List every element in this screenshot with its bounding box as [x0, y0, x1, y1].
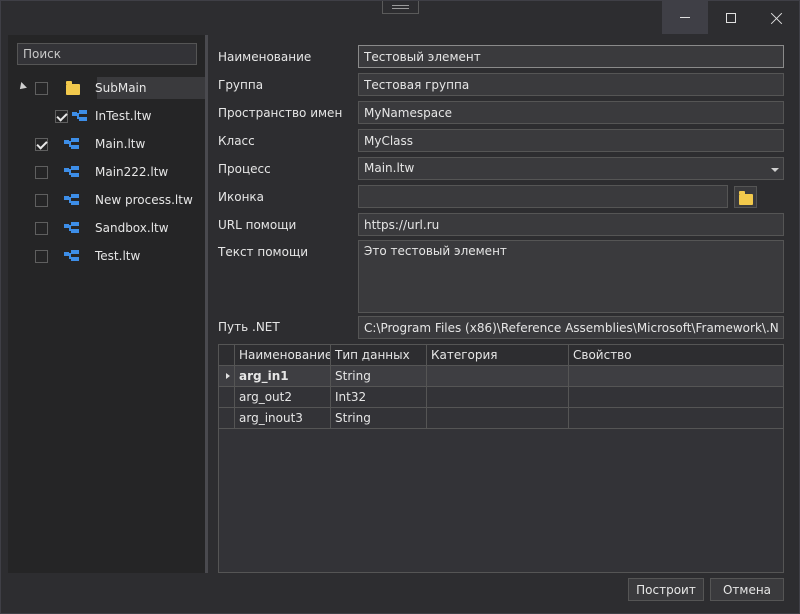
folder-icon [66, 81, 80, 95]
tree-item-label: New process.ltw [95, 193, 193, 207]
name-label: Наименование [218, 50, 312, 64]
cell-name[interactable]: arg_out2 [235, 387, 331, 407]
drag-grip-icon[interactable] [382, 1, 419, 14]
tree-checkbox[interactable] [35, 250, 48, 263]
tree-item-main222[interactable]: Main222.ltw [8, 159, 206, 187]
process-tree: SubMain InTest.ltw Main.ltw Main222.ltw … [8, 75, 208, 271]
class-label: Класс [218, 134, 255, 148]
minimize-icon [680, 17, 690, 18]
cell-type[interactable]: String [331, 408, 427, 428]
table-row[interactable]: arg_out2 Int32 [219, 387, 783, 408]
cell-category[interactable] [427, 387, 569, 407]
process-select[interactable]: Main.ltw [358, 157, 784, 180]
tree-item-label: Test.ltw [95, 249, 141, 263]
process-icon [64, 166, 80, 180]
help-url-label: URL помощи [218, 218, 297, 232]
class-field[interactable] [358, 129, 784, 152]
process-tree-panel: SubMain InTest.ltw Main.ltw [8, 35, 208, 573]
panel-splitter[interactable] [205, 35, 208, 573]
process-icon [64, 222, 80, 236]
cell-type[interactable]: String [331, 366, 427, 386]
icon-label: Иконка [218, 190, 265, 204]
process-select-value: Main.ltw [364, 161, 415, 175]
tree-checkbox[interactable] [35, 166, 48, 179]
cancel-button[interactable]: Отмена [710, 578, 784, 601]
chevron-down-icon[interactable] [771, 168, 779, 172]
column-header-type[interactable]: Тип данных [331, 345, 427, 365]
column-header-name[interactable]: Наименование [235, 345, 331, 365]
close-icon [771, 12, 783, 24]
expand-arrow-icon[interactable] [17, 82, 27, 92]
tree-item-label: Sandbox.ltw [95, 221, 169, 235]
table-row[interactable]: arg_in1 String [219, 366, 783, 387]
process-icon [64, 138, 80, 152]
maximize-icon [726, 12, 736, 23]
search-input[interactable] [17, 43, 197, 65]
table-row[interactable]: arg_inout3 String [219, 408, 783, 429]
tree-item-main[interactable]: Main.ltw [8, 131, 206, 159]
tree-checkbox[interactable] [35, 82, 48, 95]
tree-item-label: Main222.ltw [95, 165, 169, 179]
process-icon [72, 110, 88, 124]
cell-type[interactable]: Int32 [331, 387, 427, 407]
process-icon [64, 194, 80, 208]
close-button[interactable] [754, 1, 800, 34]
tree-item-intest[interactable]: InTest.ltw [8, 103, 206, 131]
build-button[interactable]: Построит [628, 578, 704, 601]
tree-item-label: Main.ltw [95, 137, 146, 151]
arguments-grid: Наименование Тип данных Категория Свойст… [218, 344, 784, 573]
help-text-label: Текст помощи [218, 245, 309, 259]
dialog-window: SubMain InTest.ltw Main.ltw [0, 0, 800, 614]
row-header-corner [219, 345, 235, 365]
maximize-button[interactable] [708, 1, 754, 34]
group-label: Группа [218, 78, 264, 92]
cell-category[interactable] [427, 366, 569, 386]
cell-category[interactable] [427, 408, 569, 428]
namespace-field[interactable] [358, 101, 784, 124]
cell-property[interactable] [569, 387, 783, 407]
tree-checkbox[interactable] [35, 138, 48, 151]
tree-item-submain[interactable]: SubMain [8, 75, 208, 103]
namespace-label: Пространство имен [218, 106, 343, 120]
column-header-category[interactable]: Категория [427, 345, 569, 365]
tree-checkbox[interactable] [35, 194, 48, 207]
tree-item-label: SubMain [95, 81, 147, 95]
help-url-field[interactable] [358, 213, 784, 236]
help-text-field[interactable]: Это тестовый элемент [358, 240, 784, 313]
cell-name[interactable]: arg_inout3 [235, 408, 331, 428]
tree-item-test[interactable]: Test.ltw [8, 243, 206, 271]
net-path-label: Путь .NET [218, 320, 280, 334]
tree-item-label: InTest.ltw [95, 109, 152, 123]
name-field[interactable] [358, 45, 784, 68]
cell-name[interactable]: arg_in1 [235, 366, 331, 386]
cell-property[interactable] [569, 408, 783, 428]
cell-property[interactable] [569, 366, 783, 386]
column-header-property[interactable]: Свойство [569, 345, 783, 365]
grid-header: Наименование Тип данных Категория Свойст… [219, 345, 783, 366]
tree-checkbox[interactable] [55, 110, 68, 123]
row-header[interactable] [219, 366, 235, 386]
icon-field[interactable] [358, 185, 728, 208]
process-label: Процесс [218, 162, 271, 176]
current-row-icon [226, 373, 230, 379]
minimize-button[interactable] [662, 1, 708, 34]
row-header[interactable] [219, 408, 235, 428]
tree-item-sandbox[interactable]: Sandbox.ltw [8, 215, 206, 243]
tree-checkbox[interactable] [35, 222, 48, 235]
group-field[interactable] [358, 73, 784, 96]
row-header[interactable] [219, 387, 235, 407]
folder-open-icon [739, 191, 753, 205]
browse-icon-button[interactable] [734, 186, 757, 208]
tree-item-new-process[interactable]: New process.ltw [8, 187, 206, 215]
net-path-field[interactable] [358, 316, 784, 339]
process-icon [64, 250, 80, 264]
